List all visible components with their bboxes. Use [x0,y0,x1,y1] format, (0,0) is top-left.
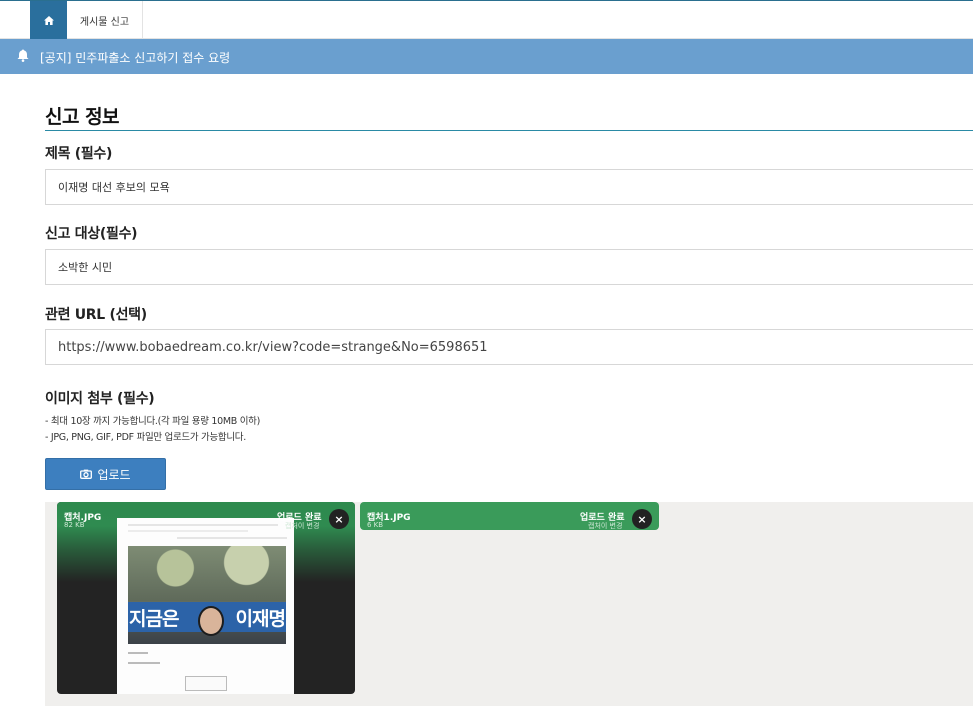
url-input[interactable]: https://www.bobaedream.co.kr/view?code=s… [45,329,973,365]
url-label: 관련 URL (선택) [45,307,147,323]
attachment-change-link[interactable]: 캡처이 변경 [285,521,319,531]
tab-report[interactable]: 게시물 신고 [67,1,143,39]
preview-line [128,530,248,532]
preview-box [185,676,227,691]
preview-line [128,662,160,664]
section-title: 신고 정보 [45,106,120,128]
attachment-change-link[interactable]: 캡처이 변경 [588,521,622,531]
remove-attachment-button[interactable]: × [632,509,652,529]
upload-button[interactable]: 업로드 [45,458,166,490]
preview-photo: 지금은 이재명 [128,546,286,644]
preview-line [128,652,148,654]
close-icon: × [637,512,647,526]
image-note-format: - JPG, PNG, GIF, PDF 파일만 업로드가 가능합니다. [45,432,246,443]
preview-line [128,524,278,526]
top-nav: 게시물 신고 [0,0,973,39]
image-label: 이미지 첨부 (필수) [45,391,155,407]
section-divider [45,130,973,131]
title-input[interactable]: 이재명 대선 후보의 모욕 [45,169,973,205]
remove-attachment-button[interactable]: × [329,509,349,529]
notice-bar[interactable]: [공지] 민주파출소 신고하기 접수 요령 [0,39,973,74]
camera-icon [80,469,93,479]
attachment-preview-image: 지금은 이재명 [117,518,294,694]
bell-icon [17,49,29,62]
attachment-size: 6 KB [367,521,384,529]
preview-trees [128,546,286,601]
title-label: 제목 (필수) [45,146,113,162]
target-input[interactable]: 소박한 시민 [45,249,973,285]
preview-banner-left: 지금은 [129,607,179,630]
upload-button-label: 업로드 [97,467,131,482]
home-tab[interactable] [30,1,67,39]
target-label: 신고 대상(필수) [45,226,138,242]
preview-face [198,606,224,636]
attachment-size: 82 KB [64,521,85,529]
preview-line [177,537,287,539]
home-icon [43,15,54,25]
preview-banner-right: 이재명 [235,607,286,630]
close-icon: × [334,512,344,526]
image-note-size: - 최대 10장 까지 가능합니다.(각 파일 용량 10MB 이하) [45,416,260,427]
notice-text: [공지] 민주파출소 신고하기 접수 요령 [40,51,231,65]
